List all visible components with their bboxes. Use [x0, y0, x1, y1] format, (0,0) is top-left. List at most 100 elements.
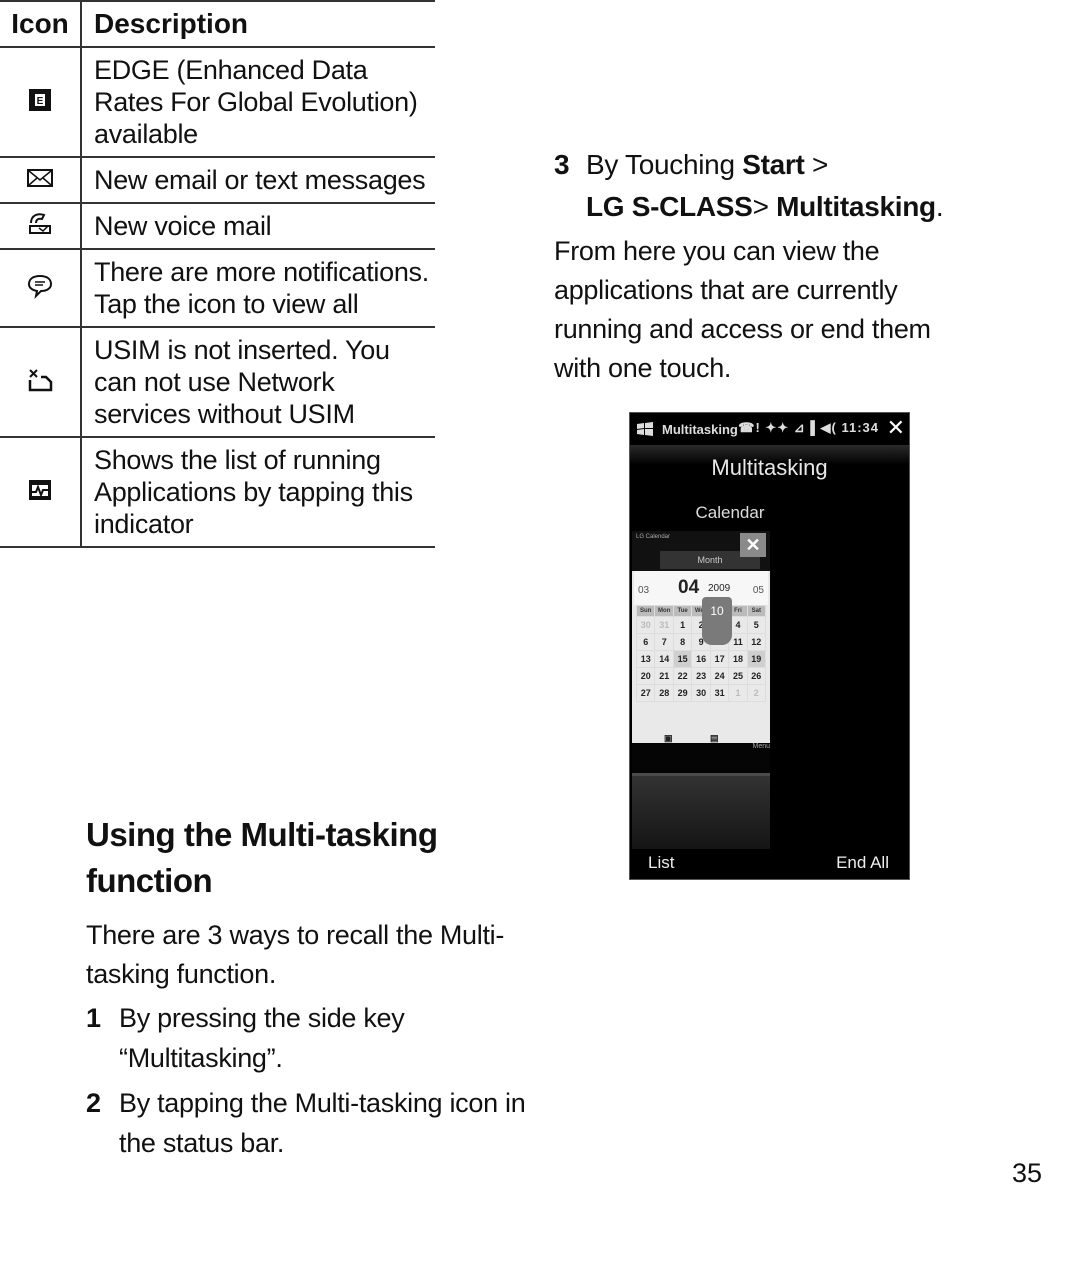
voicemail-icon — [29, 212, 51, 234]
table-row: There are more notifications. Tap the ic… — [0, 249, 435, 328]
step-3: 3 By Touching Start > LG S-CLASS> Multita… — [554, 144, 974, 228]
notification-bubble-icon — [27, 274, 53, 299]
phone-status-bar: Multitasking ☎! ✦✦ ⊿▐ ◀( 11:34 ✕ — [630, 413, 909, 445]
day-cell: 31 — [709, 684, 730, 702]
row-description: USIM is not inserted. You can not use Ne… — [81, 327, 435, 438]
day-cell: 31 — [654, 616, 674, 634]
status-indicator-icons: ☎! ✦✦ ⊿▐ ◀( — [738, 420, 842, 435]
current-year: 2009 — [708, 583, 731, 594]
day-cell: 17 — [709, 650, 730, 668]
day-cell: 24 — [709, 667, 730, 685]
description-paragraph: From here you can view the applications … — [554, 236, 931, 383]
softkey-bar: List End All — [630, 849, 909, 879]
status-icons: ☎! ✦✦ ⊿▐ ◀( 11:34 — [738, 420, 879, 436]
week-row: 30 31 1 2 3 4 5 — [635, 616, 767, 634]
header-icon: Icon — [0, 0, 82, 48]
close-icon[interactable]: ✕ — [887, 415, 905, 441]
end-all-softkey[interactable]: End All — [836, 853, 889, 873]
day-cell: 30 — [691, 684, 711, 702]
day-cell: 25 — [728, 667, 748, 685]
day-cell: 16 — [691, 650, 711, 668]
day-cell: 1 — [672, 616, 693, 634]
step-number: 1 — [86, 1003, 101, 1033]
day-cell: 15 — [672, 650, 693, 668]
multitasking-icon — [29, 479, 51, 500]
path-separator: > — [752, 191, 777, 222]
list-softkey[interactable]: List — [648, 853, 674, 873]
week-row: 27 28 29 30 31 1 2 — [635, 684, 767, 702]
day-cell: 14 — [654, 650, 674, 668]
step-number: 2 — [86, 1088, 101, 1118]
thumbnail-reflection — [632, 773, 770, 853]
day-cell: 5 — [746, 616, 767, 634]
windows-start-icon[interactable] — [636, 421, 654, 437]
status-title: Multitasking — [662, 421, 738, 437]
app-label: Calendar — [695, 503, 765, 522]
step-2: 2 By tapping the Multi-tasking icon in t… — [86, 1083, 526, 1163]
day-cell: 13 — [635, 650, 656, 668]
section-heading: Using the Multi-tasking function — [86, 816, 438, 899]
clock: 11:34 — [841, 420, 879, 435]
week-row: 6 7 8 9 10 11 12 — [635, 633, 767, 651]
day-cell: 12 — [746, 633, 767, 651]
step-text: By Touching Start > LG S-CLASS> Multitask… — [554, 144, 974, 228]
selected-day-marker: 10 — [702, 597, 732, 645]
day-cell: 2 — [746, 684, 767, 702]
email-envelope-icon — [27, 168, 53, 187]
step-text-prefix: By Touching — [586, 149, 743, 180]
table-row: Shows the list of running Applications b… — [0, 437, 435, 548]
path-separator: > — [804, 149, 829, 180]
day-cell: 8 — [672, 633, 693, 651]
phone-screenshot: Multitasking ☎! ✦✦ ⊿▐ ◀( 11:34 ✕ Multita… — [629, 412, 910, 880]
day-cell: 27 — [635, 684, 656, 702]
row-description: Shows the list of running Applications b… — [81, 437, 435, 548]
current-month: 04 — [678, 577, 700, 598]
day-cell: 28 — [654, 684, 674, 702]
week-row: 20 21 22 23 24 25 26 — [635, 667, 767, 685]
day-cell: 23 — [691, 667, 711, 685]
day-cell: 20 — [635, 667, 656, 685]
icon-table: Icon Description E EDGE (Enhanced Data R… — [0, 0, 435, 548]
step-text: By tapping the Multi-tasking icon in the… — [119, 1088, 526, 1158]
thumbnail-menu: Menu — [752, 743, 770, 750]
day-cell: 22 — [672, 667, 693, 685]
week-row: 13 14 15 16 17 18 19 — [635, 650, 767, 668]
day-cell: 7 — [654, 633, 674, 651]
calendar-header: 03 04 2009 05 — [634, 571, 768, 605]
table-row: New email or text messages — [0, 157, 435, 204]
page-number: 35 — [1011, 1158, 1042, 1188]
day-cell: 21 — [654, 667, 674, 685]
day-cell: 1 — [728, 684, 748, 702]
edge-icon: E — [29, 88, 51, 111]
menu-path-start: Start — [742, 149, 805, 180]
intro-paragraph: There are 3 ways to recall the Multi-tas… — [86, 920, 505, 989]
weekday: Tue — [672, 605, 693, 617]
table-row: USIM is not inserted. You can not use Ne… — [0, 327, 435, 438]
day-cell: 19 — [746, 650, 767, 668]
step-number: 3 — [554, 149, 570, 180]
header-description: Description — [81, 0, 435, 48]
calendar-thumbnail[interactable]: LG Calendar Month ✕ 03 04 2009 05 Sun Mo… — [632, 531, 770, 776]
mini-status: LG Calendar — [636, 534, 671, 540]
weekday: Sun — [635, 605, 656, 617]
menu-path-lg-s-class: LG S-CLASS — [586, 191, 753, 222]
usim-not-inserted-icon — [28, 368, 53, 391]
row-description: New voice mail — [81, 203, 435, 250]
weekday: Sat — [746, 605, 767, 617]
weekday: Mon — [654, 605, 674, 617]
day-cell: 6 — [635, 633, 656, 651]
calendar-grid: Sun Mon Tue Wed Thu Fri Sat 30 31 1 2 3 … — [635, 605, 767, 702]
day-cell: 30 — [635, 616, 656, 634]
day-cell: 18 — [728, 650, 748, 668]
screen-title: Multitasking — [711, 455, 828, 480]
close-app-button[interactable]: ✕ — [740, 533, 766, 557]
menu-path-multitasking: Multitasking — [776, 191, 936, 222]
day-cell: 26 — [746, 667, 767, 685]
table-header-row: Icon Description — [0, 0, 435, 48]
prev-month: 03 — [638, 585, 650, 596]
row-description: EDGE (Enhanced Data Rates For Global Evo… — [81, 47, 435, 158]
next-month: 05 — [752, 585, 764, 596]
table-row: E EDGE (Enhanced Data Rates For Global E… — [0, 47, 435, 158]
day-cell: 29 — [672, 684, 693, 702]
row-description: There are more notifications. Tap the ic… — [81, 249, 435, 328]
